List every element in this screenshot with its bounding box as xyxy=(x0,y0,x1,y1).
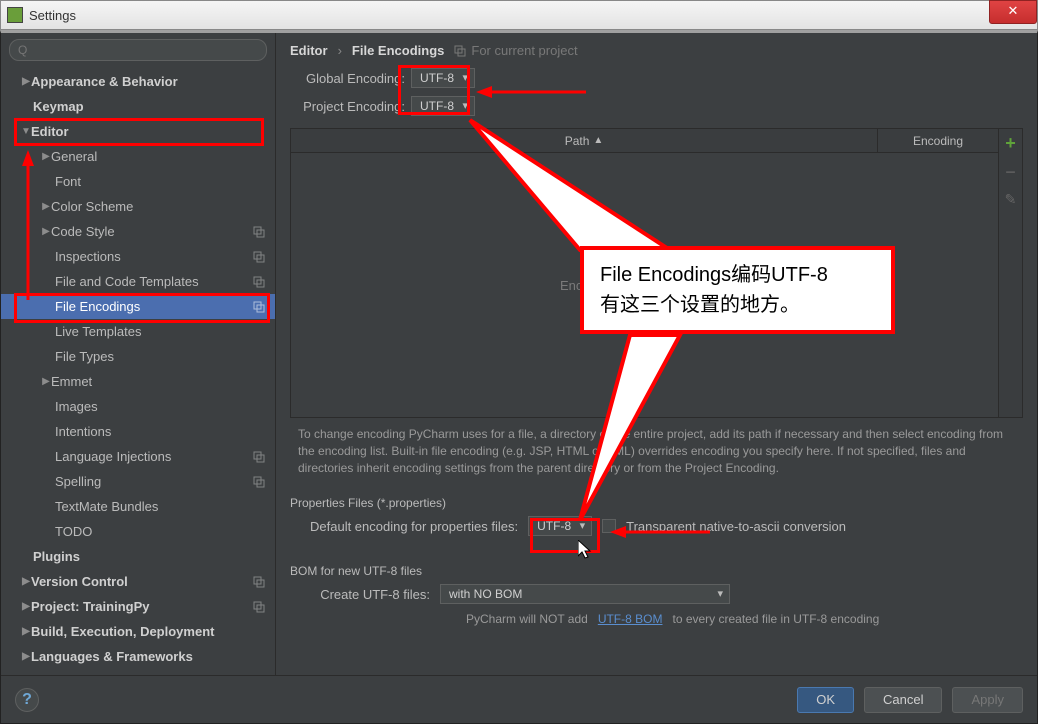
scope-icon xyxy=(253,451,265,463)
tree-keymap[interactable]: Keymap xyxy=(1,94,275,119)
tree-todo[interactable]: TODO xyxy=(1,519,275,544)
settings-tree: ▶Appearance & Behavior Keymap ▼Editor ▶G… xyxy=(1,65,275,675)
tree-fileencodings[interactable]: File Encodings xyxy=(1,294,275,319)
tree-plugins[interactable]: Plugins xyxy=(1,544,275,569)
tree-languageinjections[interactable]: Language Injections xyxy=(1,444,275,469)
transparent-label: Transparent native-to-ascii conversion xyxy=(626,519,846,534)
tree-langframeworks[interactable]: ▶Languages & Frameworks xyxy=(1,644,275,669)
scope-icon xyxy=(253,251,265,263)
tree-emmet[interactable]: ▶Emmet xyxy=(1,369,275,394)
tree-editor[interactable]: ▼Editor xyxy=(1,119,275,144)
add-button[interactable]: + xyxy=(1005,133,1016,154)
bom-section: BOM for new UTF-8 files xyxy=(276,554,1037,580)
main-panel: Editor › File Encodings For current proj… xyxy=(276,33,1037,675)
create-utf8-label: Create UTF-8 files: xyxy=(310,587,430,602)
tree-codestyle[interactable]: ▶Code Style xyxy=(1,219,275,244)
tree-intentions[interactable]: Intentions xyxy=(1,419,275,444)
tree-project[interactable]: ▶Project: TrainingPy xyxy=(1,594,275,619)
create-utf8-dropdown[interactable]: with NO BOM xyxy=(440,584,730,604)
global-encoding-label: Global Encoding: xyxy=(290,71,405,86)
tree-font[interactable]: Font xyxy=(1,169,275,194)
breadcrumb-sep: › xyxy=(338,43,342,58)
scope-icon xyxy=(454,45,466,57)
footer: ? OK Cancel Apply xyxy=(1,675,1037,723)
props-section: Properties Files (*.properties) xyxy=(276,486,1037,512)
scope-icon xyxy=(253,226,265,238)
app-icon xyxy=(7,7,23,23)
transparent-checkbox[interactable] xyxy=(602,519,616,533)
props-encoding-dropdown[interactable]: UTF-8 xyxy=(528,516,592,536)
tree-filecodetemplates[interactable]: File and Code Templates xyxy=(1,269,275,294)
tree-spelling[interactable]: Spelling xyxy=(1,469,275,494)
scope-icon xyxy=(253,576,265,588)
th-path[interactable]: Path▲ xyxy=(291,129,878,152)
sort-asc-icon: ▲ xyxy=(593,135,603,146)
th-encoding[interactable]: Encoding xyxy=(878,129,998,152)
breadcrumb: Editor › File Encodings For current proj… xyxy=(276,33,1037,64)
scope-icon xyxy=(253,301,265,313)
sidebar: ▶Appearance & Behavior Keymap ▼Editor ▶G… xyxy=(1,33,276,675)
crumb-fileencodings: File Encodings xyxy=(352,43,444,58)
global-encoding-dropdown[interactable]: UTF-8 xyxy=(411,68,475,88)
project-encoding-label: Project Encoding: xyxy=(290,99,405,114)
breadcrumb-hint: For current project xyxy=(454,43,577,58)
close-button[interactable]: ✕ xyxy=(989,0,1037,24)
tree-build[interactable]: ▶Build, Execution, Deployment xyxy=(1,619,275,644)
tree-filetypes[interactable]: File Types xyxy=(1,344,275,369)
ok-button[interactable]: OK xyxy=(797,687,854,713)
remove-button: − xyxy=(1005,162,1016,183)
apply-button[interactable]: Apply xyxy=(952,687,1023,713)
edit-button: ✎ xyxy=(1005,191,1017,208)
window-title: Settings xyxy=(29,8,76,23)
help-button[interactable]: ? xyxy=(15,688,39,712)
scope-icon xyxy=(253,276,265,288)
scope-icon xyxy=(253,601,265,613)
tree-textmate[interactable]: TextMate Bundles xyxy=(1,494,275,519)
tree-appearance[interactable]: ▶Appearance & Behavior xyxy=(1,69,275,94)
tree-general[interactable]: ▶General xyxy=(1,144,275,169)
tree-colorscheme[interactable]: ▶Color Scheme xyxy=(1,194,275,219)
props-encoding-label: Default encoding for properties files: xyxy=(310,519,518,534)
tree-livetemplates[interactable]: Live Templates xyxy=(1,319,275,344)
bom-link[interactable]: UTF-8 BOM xyxy=(598,612,663,626)
search-input[interactable] xyxy=(9,39,267,61)
annotation-callout: File Encodings编码UTF-8 有这三个设置的地方。 xyxy=(580,246,895,334)
bom-info: PyCharm will NOT add UTF-8 BOM to every … xyxy=(276,608,1037,630)
crumb-editor[interactable]: Editor xyxy=(290,43,328,58)
help-text: To change encoding PyCharm uses for a fi… xyxy=(276,418,1037,486)
tree-inspections[interactable]: Inspections xyxy=(1,244,275,269)
titlebar: Settings ✕ xyxy=(0,0,1038,30)
tree-versioncontrol[interactable]: ▶Version Control xyxy=(1,569,275,594)
tree-images[interactable]: Images xyxy=(1,394,275,419)
project-encoding-dropdown[interactable]: UTF-8 xyxy=(411,96,475,116)
scope-icon xyxy=(253,476,265,488)
cancel-button[interactable]: Cancel xyxy=(864,687,942,713)
